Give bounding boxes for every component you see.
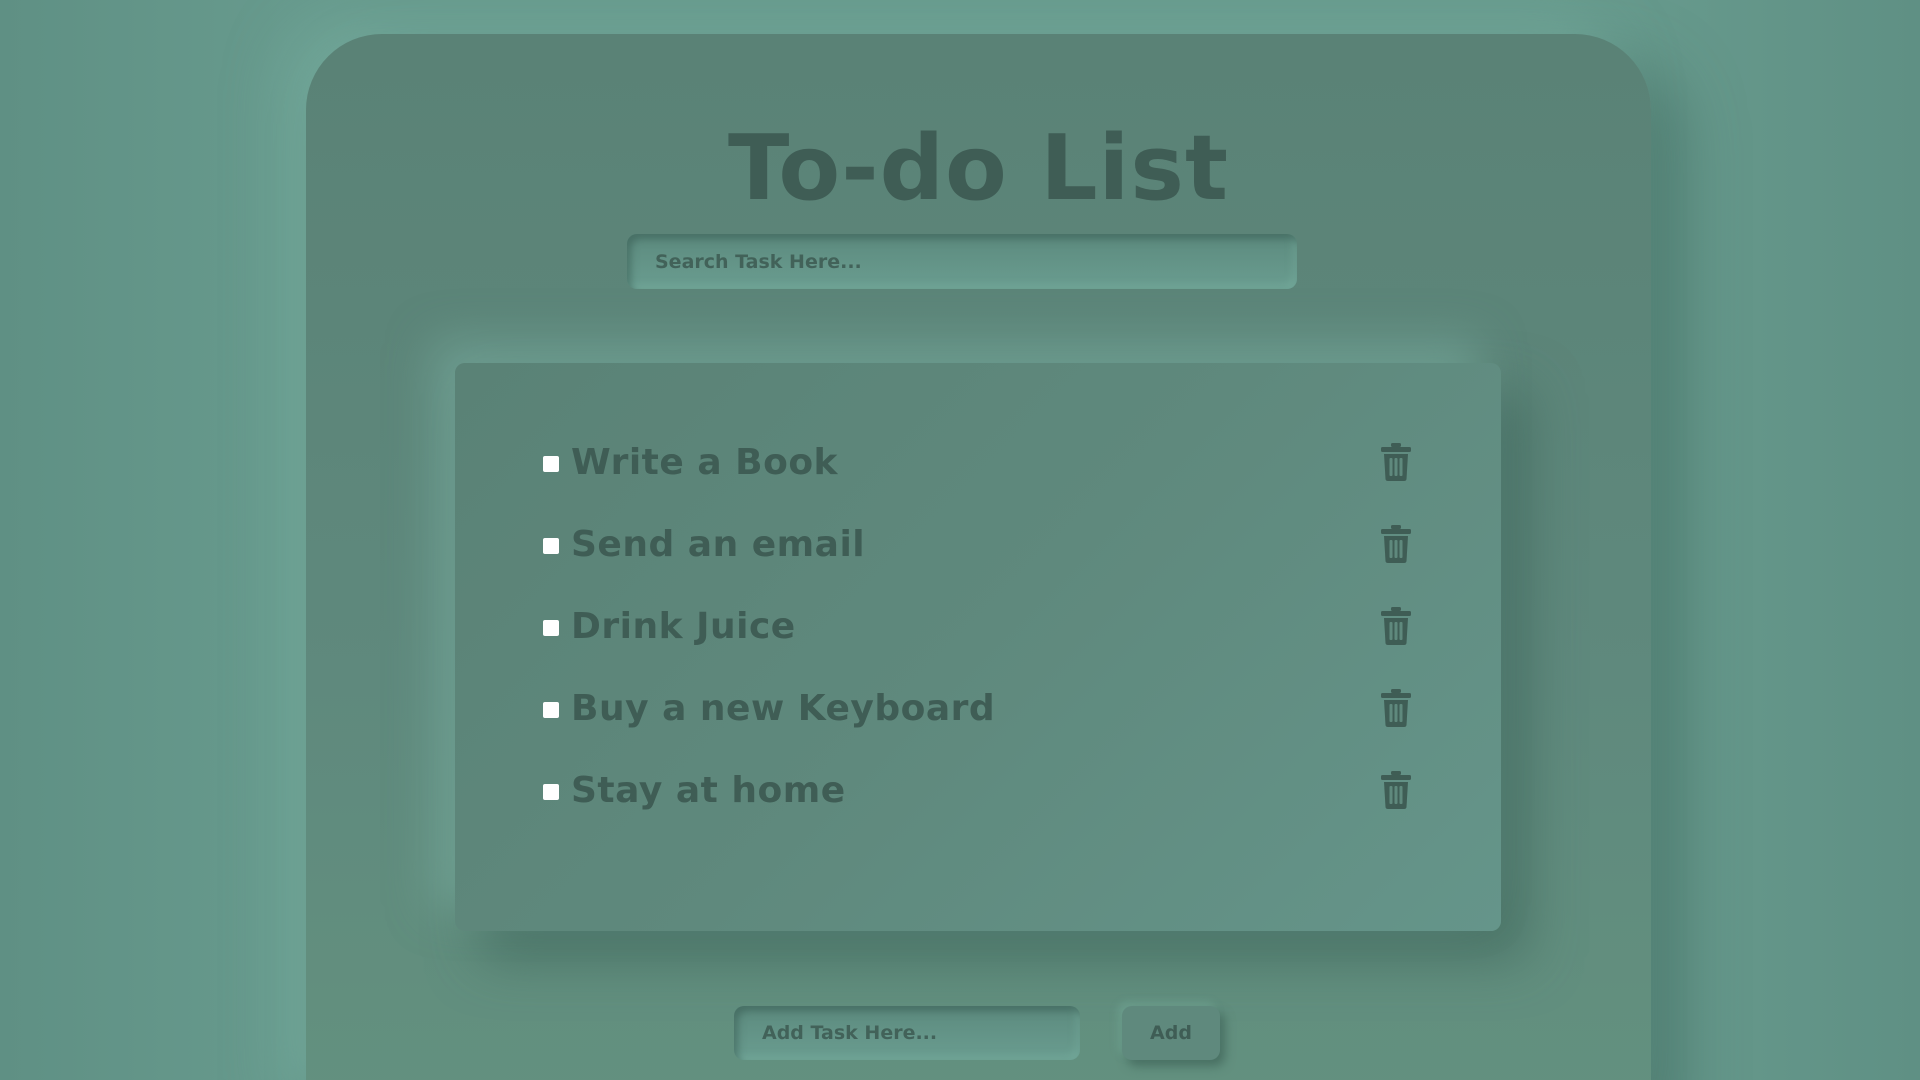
trash-icon (1381, 443, 1411, 481)
trash-icon (1381, 607, 1411, 645)
task-checkbox[interactable] (543, 784, 559, 800)
search-input[interactable] (627, 234, 1297, 289)
add-task-input[interactable] (734, 1006, 1080, 1060)
list-item: Write a Book (543, 437, 1413, 487)
todo-card: To-do List Write a Book (306, 34, 1651, 1080)
task-checkbox[interactable] (543, 538, 559, 554)
task-label: Send an email (571, 523, 866, 565)
delete-button[interactable] (1379, 769, 1413, 811)
trash-icon (1381, 689, 1411, 727)
delete-button[interactable] (1379, 605, 1413, 647)
task-label: Buy a new Keyboard (571, 687, 996, 729)
list-item: Buy a new Keyboard (543, 683, 1413, 733)
task-label: Drink Juice (571, 605, 796, 647)
task-label: Write a Book (571, 441, 838, 483)
page: To-do List Write a Book (0, 0, 1920, 1080)
delete-button[interactable] (1379, 687, 1413, 729)
page-title: To-do List (727, 116, 1229, 221)
delete-button[interactable] (1379, 523, 1413, 565)
task-checkbox[interactable] (543, 620, 559, 636)
add-button[interactable]: Add (1122, 1006, 1220, 1060)
list-item: Send an email (543, 519, 1413, 569)
task-checkbox[interactable] (543, 702, 559, 718)
delete-button[interactable] (1379, 441, 1413, 483)
task-list: Write a Book Send an email Drink Juice B… (455, 363, 1501, 931)
list-item: Drink Juice (543, 601, 1413, 651)
list-item: Stay at home (543, 765, 1413, 815)
trash-icon (1381, 525, 1411, 563)
task-checkbox[interactable] (543, 456, 559, 472)
trash-icon (1381, 771, 1411, 809)
task-label: Stay at home (571, 769, 846, 811)
